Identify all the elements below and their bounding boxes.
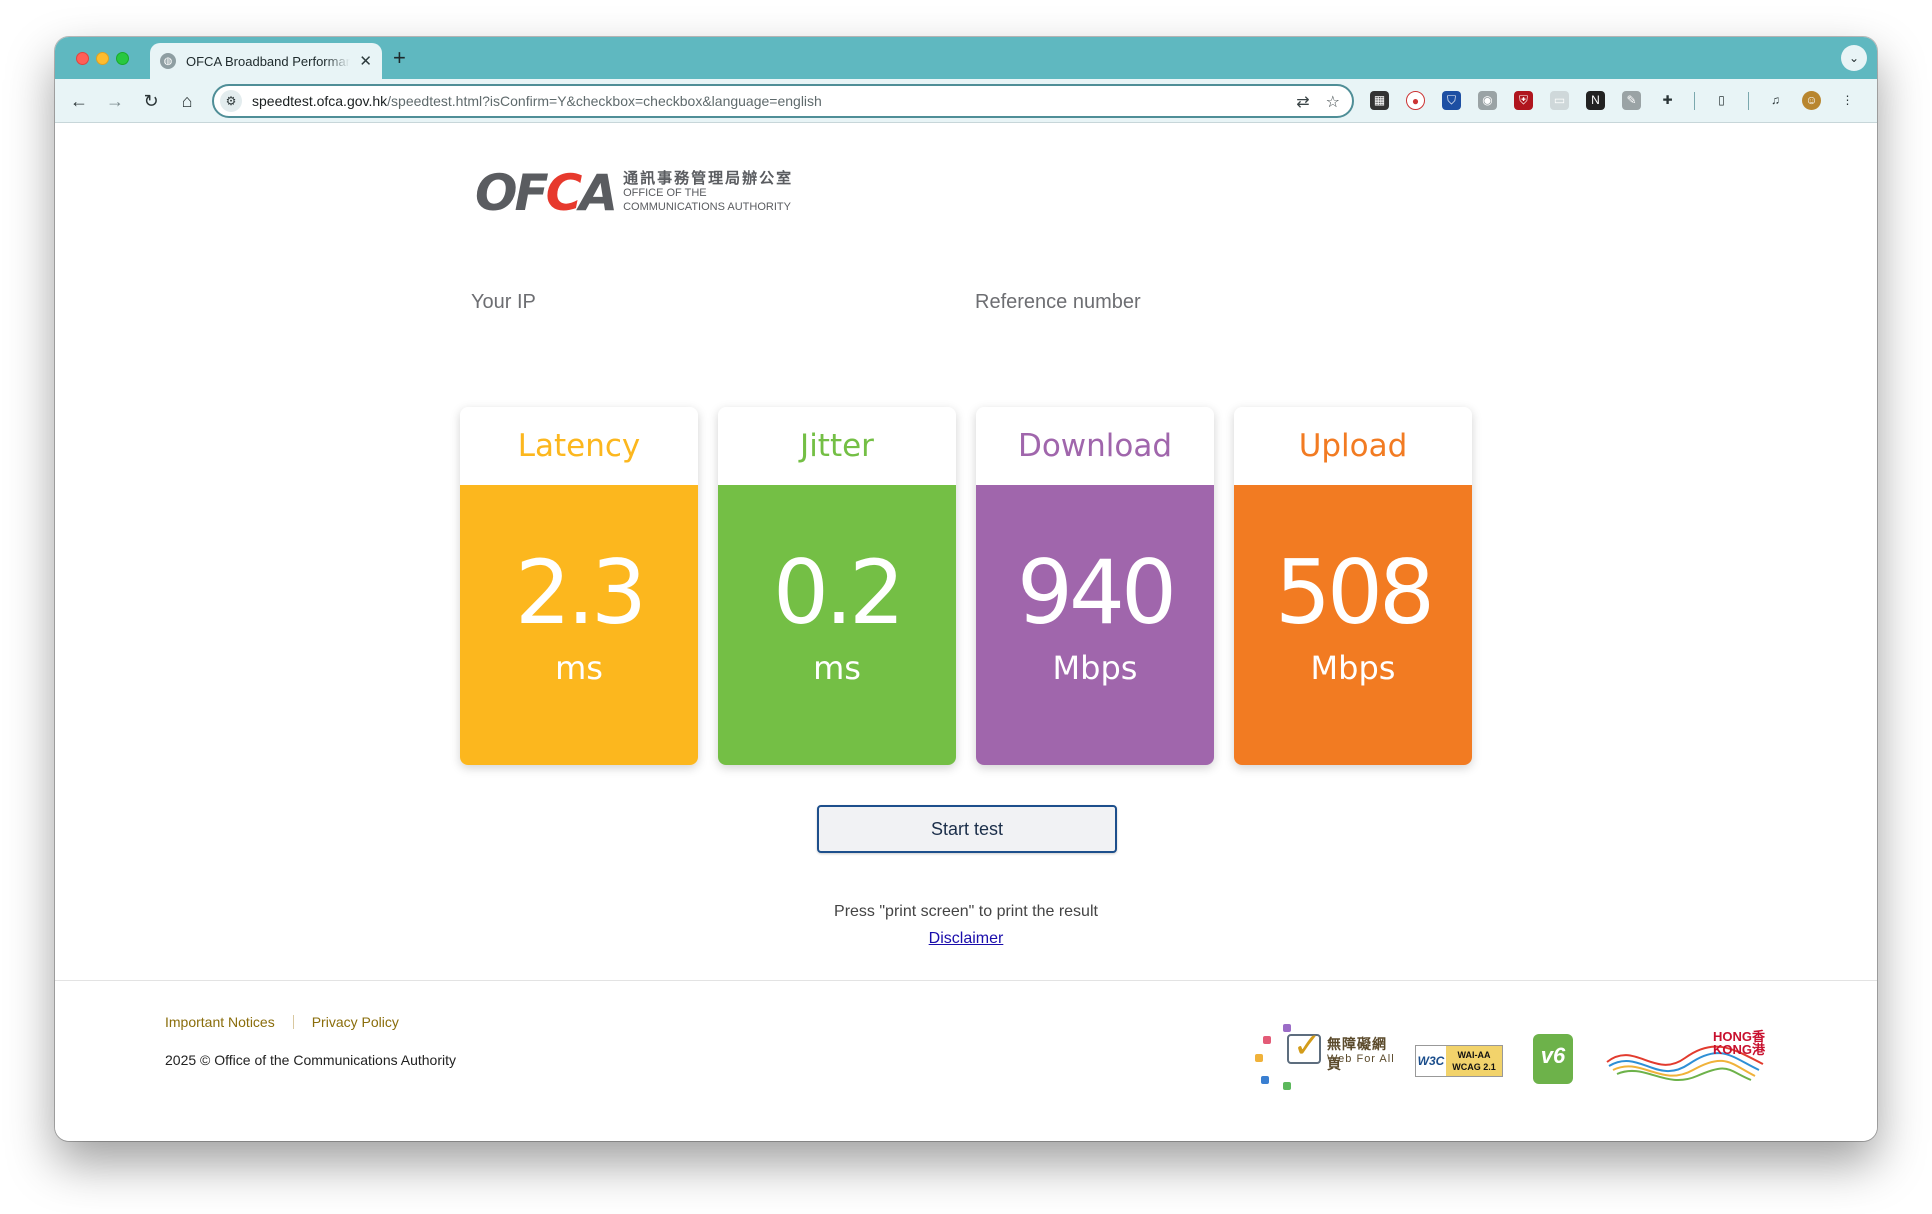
tab-ofca[interactable]: ◍ OFCA Broadband Performance ✕ <box>150 43 382 79</box>
reading-list-icon[interactable]: ▯ <box>1712 91 1731 110</box>
extension-qr-icon[interactable]: ▦ <box>1370 91 1389 110</box>
url-text[interactable]: speedtest.ofca.gov.hk/speedtest.html?isC… <box>252 93 822 109</box>
forward-arrow-icon[interactable]: → <box>103 89 127 113</box>
wfa-en-text: Web For All <box>1327 1053 1395 1065</box>
jitter-value: 0.2 <box>773 541 905 644</box>
jitter-card: Jitter 0.2 ms <box>718 407 956 765</box>
tab-strip: ◍ OFCA Broadband Performance ✕ + ⌄ <box>55 37 1877 79</box>
media-control-icon[interactable]: ♫ <box>1766 91 1785 110</box>
ofca-name-en-2: COMMUNICATIONS AUTHORITY <box>623 201 791 213</box>
extension-shield-icon[interactable]: ⛨ <box>1514 91 1533 110</box>
extension-bitwarden-icon[interactable]: ⛉ <box>1442 91 1461 110</box>
upload-value: 508 <box>1275 541 1435 644</box>
footer-link-separator <box>292 1015 294 1029</box>
jitter-unit: ms <box>813 649 861 687</box>
extension-camera-icon[interactable]: ◉ <box>1478 91 1497 110</box>
upload-unit: Mbps <box>1310 649 1396 687</box>
web-for-all-badge[interactable]: 無障礙網頁 Web For All <box>1255 1024 1395 1094</box>
ofca-logo-mark: OFCA <box>475 164 618 222</box>
reload-icon[interactable]: ↻ <box>139 89 163 113</box>
minimize-window-button[interactable] <box>96 52 109 65</box>
your-ip-label: Your IP <box>471 291 536 313</box>
wcag-label: WAI-AA WCAG 2.1 <box>1446 1046 1502 1076</box>
checkmark-icon <box>1287 1026 1322 1066</box>
upload-card: Upload 508 Mbps <box>1234 407 1472 765</box>
close-window-button[interactable] <box>76 52 89 65</box>
w3c-wcag-badge[interactable]: W3C WAI-AA WCAG 2.1 <box>1415 1045 1503 1077</box>
print-note: Press "print screen" to print the result <box>834 903 1098 920</box>
download-body: 940 Mbps <box>976 485 1214 765</box>
upload-body: 508 Mbps <box>1234 485 1472 765</box>
extension-record-icon[interactable]: ● <box>1406 91 1425 110</box>
browser-window: ◍ OFCA Broadband Performance ✕ + ⌄ ← → ↻… <box>55 37 1877 1141</box>
footer-divider <box>55 980 1877 981</box>
close-tab-icon[interactable]: ✕ <box>359 52 372 70</box>
toolbar-separator <box>1748 91 1749 110</box>
ofca-logo[interactable]: OFCA 通訊事務管理局辦公室 OFFICE OF THE COMMUNICAT… <box>475 164 793 222</box>
back-arrow-icon[interactable]: ← <box>67 89 91 113</box>
profile-avatar-icon[interactable]: ☺ <box>1802 91 1821 110</box>
extension-notion-icon[interactable]: N <box>1586 91 1605 110</box>
upload-title: Upload <box>1298 428 1408 464</box>
latency-value: 2.3 <box>515 541 647 644</box>
bookmark-star-icon[interactable]: ☆ <box>1326 92 1340 112</box>
badge-dot <box>1255 1054 1263 1062</box>
download-title: Download <box>1017 428 1173 464</box>
privacy-policy-link[interactable]: Privacy Policy <box>312 1014 399 1030</box>
jitter-title: Jitter <box>800 428 874 464</box>
toolbar-separator <box>1694 91 1695 110</box>
badge-dot <box>1283 1024 1291 1032</box>
jitter-body: 0.2 ms <box>718 485 956 765</box>
download-card: Download 940 Mbps <box>976 407 1214 765</box>
brandhk-text: HONG香 KONG港 <box>1713 1030 1765 1056</box>
translate-icon[interactable]: ⇄ <box>1296 92 1309 112</box>
download-unit: Mbps <box>1052 649 1138 687</box>
disclaimer-container: Disclaimer <box>55 930 1877 948</box>
site-settings-icon[interactable]: ⚙ <box>220 90 242 112</box>
latency-title: Latency <box>517 428 641 464</box>
page-content: OFCA 通訊事務管理局辦公室 OFFICE OF THE COMMUNICAT… <box>55 124 1877 1141</box>
wcag-level: WAI-AA <box>1457 1050 1491 1060</box>
browser-menu-icon[interactable]: ⋮ <box>1838 91 1857 110</box>
extension-disabled-icon[interactable]: ▭ <box>1550 91 1569 110</box>
footer-links: Important Notices Privacy Policy <box>165 1014 399 1030</box>
url-path: /speedtest.html?isConfirm=Y&checkbox=che… <box>387 93 822 109</box>
w3c-logo: W3C <box>1417 1054 1445 1068</box>
extension-feather-icon[interactable]: ✎ <box>1622 91 1641 110</box>
latency-body: 2.3 ms <box>460 485 698 765</box>
new-tab-button[interactable]: + <box>393 45 406 71</box>
globe-icon: ◍ <box>160 53 176 69</box>
browser-toolbar: ← → ↻ ⌂ ⚙ speedtest.ofca.gov.hk/speedtes… <box>55 79 1877 123</box>
ofca-name-en-1: OFFICE OF THE <box>623 187 707 199</box>
download-value: 940 <box>1017 541 1177 644</box>
brand-hong-kong-logo[interactable]: HONG香 KONG港 <box>1605 1030 1765 1090</box>
badge-dot <box>1263 1036 1271 1044</box>
url-host: speedtest.ofca.gov.hk <box>252 93 388 109</box>
latency-unit: ms <box>555 649 603 687</box>
ofca-name-zh: 通訊事務管理局辦公室 <box>623 170 794 187</box>
brandhk-line2: KONG港 <box>1712 1042 1765 1057</box>
tab-search-chevron-icon[interactable]: ⌄ <box>1841 45 1867 71</box>
copyright-text: 2025 © Office of the Communications Auth… <box>165 1052 456 1068</box>
badge-dot <box>1261 1076 1269 1084</box>
extensions-puzzle-icon[interactable]: ✚ <box>1658 91 1677 110</box>
reference-number-label: Reference number <box>975 291 1141 313</box>
ofca-logo-text: 通訊事務管理局辦公室 OFFICE OF THE COMMUNICATIONS … <box>623 170 794 214</box>
badge-dot <box>1283 1082 1291 1090</box>
wcag-version: WCAG 2.1 <box>1452 1062 1496 1072</box>
ipv6-badge[interactable]: v6 <box>1533 1034 1573 1084</box>
maximize-window-button[interactable] <box>116 52 129 65</box>
disclaimer-link[interactable]: Disclaimer <box>929 930 1004 947</box>
start-test-button[interactable]: Start test <box>817 805 1117 853</box>
important-notices-link[interactable]: Important Notices <box>165 1014 275 1030</box>
home-icon[interactable]: ⌂ <box>175 89 199 113</box>
address-bar[interactable]: ⚙ speedtest.ofca.gov.hk/speedtest.html?i… <box>212 84 1354 118</box>
latency-card: Latency 2.3 ms <box>460 407 698 765</box>
tab-title: OFCA Broadband Performance <box>186 53 350 69</box>
